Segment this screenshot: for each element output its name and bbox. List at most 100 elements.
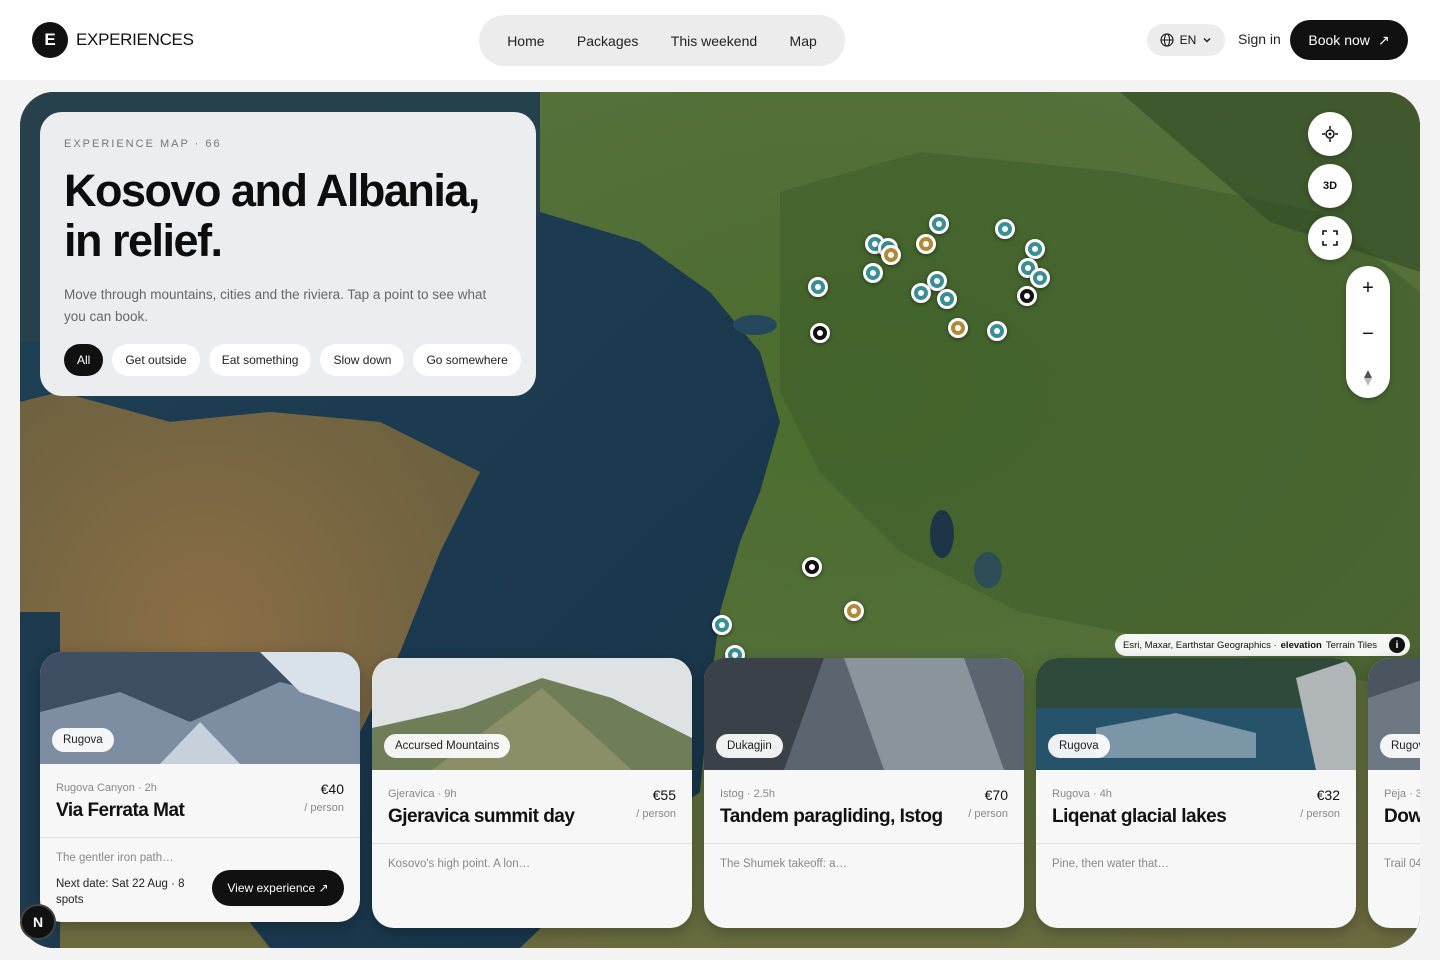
card-price: €32 (1316, 787, 1340, 803)
site-header: E EXPERIENCES Home Packages This weekend… (0, 0, 1440, 80)
fullscreen-icon (1322, 230, 1338, 246)
title-line-2: in relief. (64, 215, 223, 266)
card-divider (1036, 843, 1356, 844)
card-region-tag: Rugova (1048, 734, 1110, 758)
chip-go-somewhere[interactable]: Go somewhere (413, 344, 521, 376)
zoom-out-button[interactable]: − (1362, 323, 1374, 346)
info-icon[interactable]: i (1389, 637, 1405, 653)
map-pin[interactable] (810, 323, 830, 343)
nav-this-weekend[interactable]: This weekend (671, 33, 757, 49)
card-region-tag: Rugova (1380, 734, 1420, 758)
card-meta: Rugova · 4h (1052, 788, 1112, 800)
map-pin[interactable] (1030, 268, 1050, 288)
globe-icon (1160, 33, 1174, 47)
card-price-unit: / person (1300, 808, 1340, 820)
card-meta: Gjeravica · 9h (388, 788, 457, 800)
card-description: Kosovo's high point. A lon… (388, 858, 531, 870)
map-pin[interactable] (916, 234, 936, 254)
experience-card[interactable]: Accursed Mountains Gjeravica · 9h Gjerav… (372, 658, 692, 928)
brand-badge: E (32, 22, 68, 58)
map-pin[interactable] (929, 214, 949, 234)
filter-chips: All Get outside Eat something Slow down … (64, 344, 521, 376)
map-pin[interactable] (844, 601, 864, 621)
fullscreen-button[interactable] (1308, 216, 1352, 260)
card-region-tag: Accursed Mountains (384, 734, 511, 758)
zoom-in-button[interactable]: + (1362, 277, 1374, 300)
card-next-date: Next date: Sat 22 Aug · 8 spots (56, 878, 185, 906)
map-pin[interactable] (881, 245, 901, 265)
card-price: €70 (984, 787, 1008, 803)
card-price: €55 (652, 787, 676, 803)
view-experience-button[interactable]: View experience ↗ (212, 870, 344, 906)
map-attribution: Esri, Maxar, Earthstar Geographics · ele… (1115, 634, 1410, 656)
intro-panel: EXPERIENCE MAP · 66 Kosovo and Albania, … (40, 112, 536, 396)
nav-home[interactable]: Home (507, 33, 544, 49)
3d-toggle-button[interactable]: 3D (1308, 164, 1352, 208)
locate-button[interactable] (1308, 112, 1352, 156)
intro-lede: Move through mountains, cities and the r… (64, 287, 487, 324)
main-nav: Home Packages This weekend Map (479, 15, 845, 66)
brand-logo[interactable]: E EXPERIENCES (32, 22, 194, 58)
card-price-unit: / person (636, 808, 676, 820)
n-badge[interactable]: N (20, 904, 56, 940)
map-pin[interactable] (1025, 239, 1045, 259)
card-description: The gentler iron path… (56, 852, 174, 864)
language-selector[interactable]: EN (1147, 24, 1225, 56)
card-meta: Istog · 2.5h (720, 788, 776, 800)
map-pin[interactable] (987, 321, 1007, 341)
compass-icon[interactable] (1362, 369, 1374, 387)
chip-eat-something[interactable]: Eat something (208, 344, 312, 376)
nav-map[interactable]: Map (790, 33, 817, 49)
attribution-elevation-source[interactable]: Terrain Tiles (1326, 640, 1377, 651)
card-title: Via Ferrata Mat (56, 800, 185, 821)
card-region-tag: Rugova (52, 728, 114, 752)
card-meta: Rugova Canyon · 2h (56, 782, 157, 794)
arrow-up-right-icon: ↗ (1377, 31, 1390, 48)
card-meta: Peja · 3 (1384, 788, 1420, 800)
map-pin[interactable] (948, 318, 968, 338)
card-title: Dow (1384, 806, 1420, 827)
card-price-unit: / person (304, 802, 344, 814)
book-now-label: Book now (1308, 32, 1370, 48)
map-pin[interactable] (863, 263, 883, 283)
page-title: Kosovo and Albania, in relief. (64, 166, 512, 266)
map-pin[interactable] (1017, 286, 1037, 306)
attribution-text: Esri, Maxar, Earthstar Geographics · (1123, 639, 1277, 651)
map-pin[interactable] (802, 557, 822, 577)
map-eyebrow: EXPERIENCE MAP · 66 (64, 138, 222, 150)
experience-card[interactable]: Rugova Rugova Canyon · 2h Via Ferrata Ma… (40, 652, 360, 922)
locate-icon (1322, 126, 1338, 142)
card-price: €40 (320, 781, 344, 797)
card-divider (1368, 843, 1420, 844)
zoom-controls: + − (1346, 266, 1390, 398)
card-description: Trail 04 (1384, 858, 1420, 870)
card-divider (372, 843, 692, 844)
map-pin[interactable] (808, 277, 828, 297)
book-now-button[interactable]: Book now ↗ (1290, 20, 1408, 60)
attribution-elevation-label: elevation (1280, 639, 1322, 651)
experience-card[interactable]: Dukagjin Istog · 2.5h Tandem paragliding… (704, 658, 1024, 928)
map-pin[interactable] (712, 615, 732, 635)
chip-all[interactable]: All (64, 344, 104, 376)
chevron-down-icon (1203, 37, 1211, 43)
experience-card[interactable]: Rugova Peja · 3 Dow Trail 04 (1368, 658, 1420, 928)
sign-in-link[interactable]: Sign in (1238, 31, 1281, 47)
card-title: Gjeravica summit day (388, 806, 575, 827)
map-pin[interactable] (995, 219, 1015, 239)
card-title: Tandem paragliding, Istog (720, 806, 943, 827)
language-label: EN (1179, 33, 1197, 47)
chip-get-outside[interactable]: Get outside (112, 344, 200, 376)
card-title: Liqenat glacial lakes (1052, 806, 1227, 827)
map-pin[interactable] (937, 289, 957, 309)
experience-card[interactable]: Rugova Rugova · 4h Liqenat glacial lakes… (1036, 658, 1356, 928)
brand-name: EXPERIENCES (76, 30, 194, 49)
card-divider (40, 837, 360, 838)
card-price-unit: / person (968, 808, 1008, 820)
card-description: The Shumek takeoff: a… (720, 858, 847, 870)
nav-packages[interactable]: Packages (577, 33, 638, 49)
experience-map[interactable]: EXPERIENCE MAP · 66 Kosovo and Albania, … (20, 92, 1420, 948)
chip-slow-down[interactable]: Slow down (320, 344, 405, 376)
card-description: Pine, then water that… (1052, 858, 1169, 870)
title-line-1: Kosovo and Albania, (64, 165, 480, 216)
map-pin[interactable] (911, 283, 931, 303)
